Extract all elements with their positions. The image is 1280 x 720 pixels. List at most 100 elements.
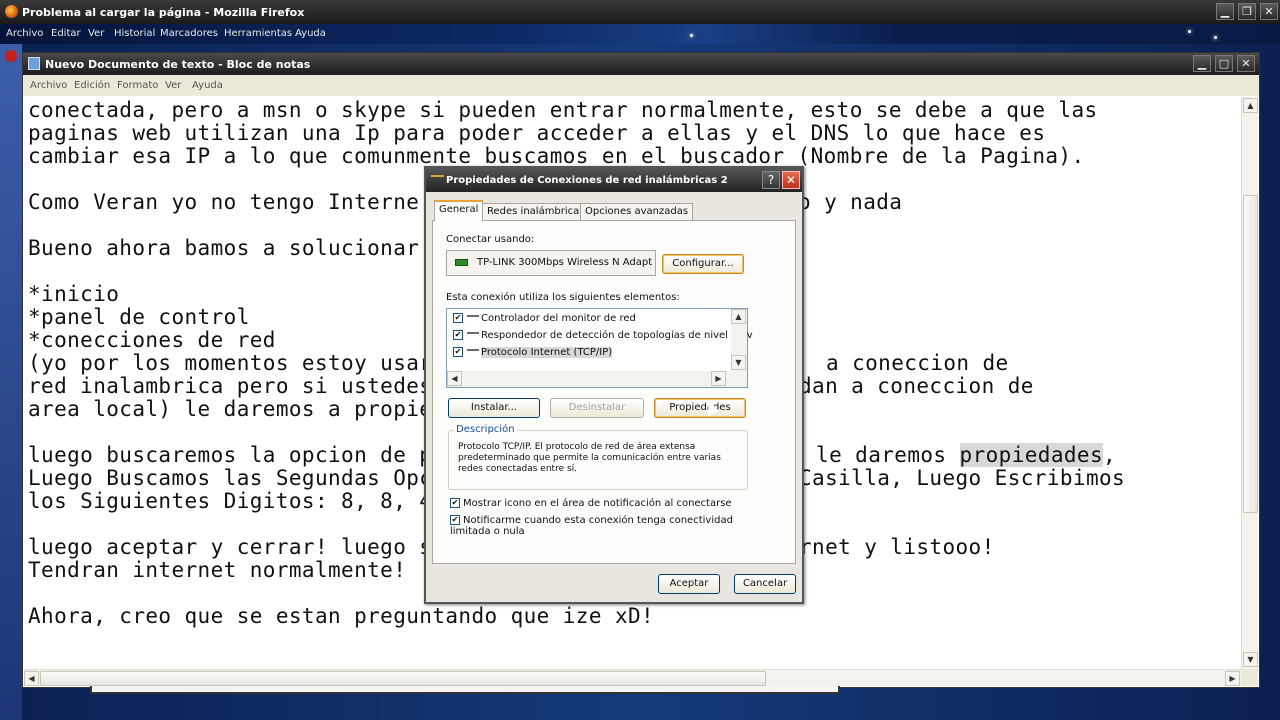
text-line: Ahora, creo que se estan preguntando que…: [28, 604, 655, 628]
network-icon: [431, 175, 444, 184]
text-fragment: le daremos propiedades,: [803, 443, 1116, 467]
text-line: luego aceptar y cerrar! luego s: [28, 535, 433, 559]
resize-grip[interactable]: [1241, 669, 1258, 686]
list-item-selected[interactable]: ✔ Protocolo Internet (TCP/IP): [453, 347, 613, 358]
decorative-star: [1214, 36, 1217, 39]
decorative-star: [1188, 30, 1191, 33]
scroll-up-icon[interactable]: ▲: [731, 309, 746, 324]
firefox-window-title: Problema al cargar la página - Mozilla F…: [22, 6, 305, 19]
horizontal-scrollbar[interactable]: ◀ ▶: [24, 669, 1242, 686]
close-icon[interactable]: ✕: [782, 171, 800, 189]
minimize-icon[interactable]: ▁: [1193, 55, 1211, 72]
description-legend: Descripción: [454, 424, 517, 435]
elements-label: Esta conexión utiliza los siguientes ele…: [446, 292, 680, 303]
menu-ayuda[interactable]: Ayuda: [295, 28, 326, 39]
close-icon[interactable]: ✕: [1237, 55, 1255, 72]
minimize-icon[interactable]: ▁: [1216, 3, 1234, 20]
scroll-left-icon[interactable]: ◀: [24, 671, 39, 686]
list-horizontal-scrollbar[interactable]: ◀ ▶: [447, 371, 747, 387]
text-fragment: dan a coneccion de: [799, 374, 1034, 398]
menu-herramientas[interactable]: Herramientas: [224, 28, 292, 39]
scroll-right-icon[interactable]: ▶: [1225, 671, 1240, 686]
menu-ver[interactable]: Ver: [165, 80, 181, 91]
accept-button[interactable]: Aceptar: [658, 574, 720, 594]
menu-marcadores[interactable]: Marcadores: [160, 28, 218, 39]
configure-button[interactable]: Configurar...: [662, 254, 744, 274]
notepad-icon: [28, 57, 40, 70]
menu-ver[interactable]: Ver: [88, 28, 104, 39]
vertical-scrollbar[interactable]: ▲ ▼: [1241, 97, 1258, 669]
notepad-window-title: Nuevo Documento de texto - Bloc de notas: [45, 58, 311, 71]
text-line: (yo por los momentos estoy usar: [28, 351, 433, 375]
tab-opciones-avanzadas[interactable]: Opciones avanzadas: [580, 203, 694, 220]
checkbox-checked-icon[interactable]: ✔: [450, 498, 460, 508]
maximize-icon[interactable]: □: [1215, 55, 1233, 72]
checkbox-checked-icon[interactable]: ✔: [450, 515, 460, 525]
firefox-menu-bar: Archivo Editar Ver Historial Marcadores …: [0, 24, 1280, 44]
help-icon[interactable]: ?: [762, 171, 780, 189]
menu-edicion[interactable]: Edición: [74, 80, 110, 91]
cancel-button[interactable]: Cancelar: [734, 574, 796, 594]
properties-button[interactable]: Propiedades: [654, 398, 746, 418]
list-item-label: Protocolo Internet (TCP/IP): [481, 347, 613, 358]
close-icon[interactable]: ✕: [1260, 3, 1278, 20]
menu-historial[interactable]: Historial: [114, 28, 155, 39]
tab-general[interactable]: General: [434, 200, 484, 221]
adapter-name: TP-LINK 300Mbps Wireless N Adapt: [477, 257, 653, 268]
warning-icon: [5, 50, 17, 62]
firefox-icon: [5, 5, 18, 18]
scroll-up-icon[interactable]: ▲: [1243, 98, 1258, 113]
list-vertical-scrollbar[interactable]: ▲ ▼: [731, 309, 747, 372]
notepad-title-bar: Nuevo Documento de texto - Bloc de notas…: [23, 53, 1259, 75]
menu-archivo[interactable]: Archivo: [30, 80, 67, 91]
components-list[interactable]: ✔ Controlador del monitor de red ✔ Respond…: [446, 308, 753, 388]
network-properties-dialog: Propiedades de Conexiones de red inalámb…: [424, 166, 804, 604]
scroll-down-icon[interactable]: ▼: [731, 355, 746, 370]
list-item[interactable]: ✔ Respondedor de detección de topologías …: [453, 330, 753, 341]
text-fragment: a coneccion de: [826, 351, 1009, 375]
option-label: Notificarme cuando esta conexión tenga c…: [450, 515, 733, 537]
text-fragment-plain: le daremos: [803, 443, 960, 467]
checkbox-checked-icon[interactable]: ✔: [453, 313, 463, 323]
list-item-label: Controlador del monitor de red: [481, 313, 636, 324]
restore-icon[interactable]: ❐: [1238, 3, 1256, 20]
scroll-thumb[interactable]: [1243, 195, 1258, 513]
text-line: red inalambrica pero si ustedes: [28, 374, 433, 398]
list-item[interactable]: ✔ Controlador del monitor de red: [453, 313, 636, 324]
text-line: Tendran internet normalmente!: [28, 558, 407, 582]
uninstall-button[interactable]: Desinstalar: [550, 398, 644, 418]
scroll-thumb[interactable]: [40, 671, 766, 686]
highlighted-word: propiedades: [959, 443, 1104, 467]
text-line: Bueno ahora bamos a solucionar: [28, 236, 420, 260]
checkbox-checked-icon[interactable]: ✔: [453, 347, 463, 357]
text-line: conectada, pero a msn o skype si pueden …: [28, 98, 1098, 122]
option-show-icon[interactable]: ✔ Mostrar icono en el área de notificació…: [450, 498, 770, 509]
install-button[interactable]: Instalar...: [448, 398, 540, 418]
scroll-left-icon[interactable]: ◀: [447, 371, 462, 386]
notepad-menu-bar: Archivo Edición Formato Ver Ayuda: [23, 75, 1259, 96]
background-window-edge: [90, 686, 840, 694]
text-line: *inicio: [28, 282, 120, 306]
network-component-icon: [467, 331, 479, 339]
text-line: cambiar esa IP a lo que comunmente busca…: [28, 144, 1085, 168]
option-label: Mostrar icono en el área de notificación…: [463, 498, 732, 509]
option-notify-limited[interactable]: ✔ Notificarme cuando esta conexión tenga …: [450, 515, 770, 537]
description-text: Protocolo TCP/IP. El protocolo de red de…: [458, 442, 721, 474]
dialog-title-bar: Propiedades de Conexiones de red inalámb…: [426, 168, 802, 192]
menu-ayuda[interactable]: Ayuda: [192, 80, 223, 91]
text-line: Luego Buscamos las Segundas Opc: [28, 466, 433, 490]
scroll-right-icon[interactable]: ▶: [711, 371, 726, 386]
text-line: *panel de control: [28, 305, 250, 329]
network-component-icon: [467, 314, 479, 322]
menu-editar[interactable]: Editar: [51, 28, 81, 39]
text-line: luego buscaremos la opcion de p: [28, 443, 433, 467]
firefox-title-bar: Problema al cargar la página - Mozilla F…: [0, 0, 1280, 24]
network-adapter-icon: [455, 259, 468, 266]
checkbox-checked-icon[interactable]: ✔: [453, 330, 463, 340]
text-line: *conecciones de red: [28, 328, 276, 352]
menu-formato[interactable]: Formato: [117, 80, 158, 91]
text-line: Como Veran yo no tengo Interne: [28, 190, 420, 214]
scroll-down-icon[interactable]: ▼: [1243, 652, 1258, 667]
tab-redes-inalambricas[interactable]: Redes inalámbricas: [482, 203, 590, 220]
menu-archivo[interactable]: Archivo: [6, 28, 43, 39]
